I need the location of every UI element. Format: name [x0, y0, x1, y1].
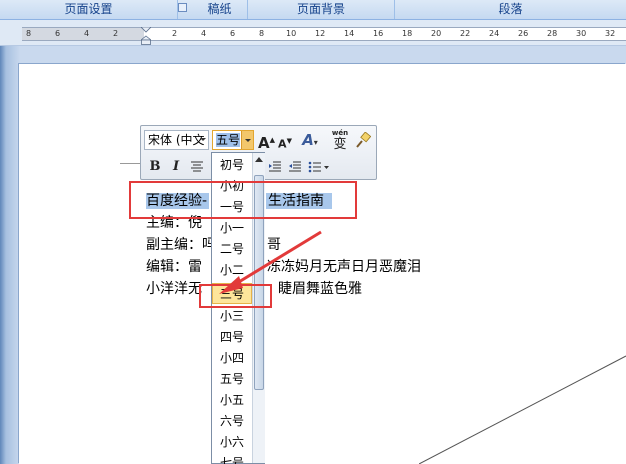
- bullet-list-icon[interactable]: [308, 160, 330, 174]
- doc-line-4[interactable]: 编辑：雷: [146, 256, 202, 276]
- size-option[interactable]: 小四: [212, 348, 252, 369]
- ruler-tick: 16: [373, 29, 384, 38]
- size-option[interactable]: 小三: [212, 306, 252, 327]
- ruler-tick: 10: [286, 29, 297, 38]
- font-size-dropdown-button[interactable]: [241, 131, 253, 149]
- ruler-tick: 14: [344, 29, 355, 38]
- ruler-tick: 6: [55, 29, 61, 38]
- size-option[interactable]: 小六: [212, 432, 252, 453]
- shrink-font-glyph: A: [278, 137, 287, 151]
- size-option[interactable]: 五号: [212, 369, 252, 390]
- margin-guide: [120, 163, 140, 164]
- grow-font-icon[interactable]: A▲: [258, 130, 275, 152]
- ruler-tick: 6: [230, 29, 236, 38]
- ruler-tick: 4: [84, 29, 90, 38]
- font-name-combo[interactable]: 宋体 (中文: [144, 130, 209, 150]
- diagonal-line: [419, 355, 626, 464]
- ruler-tick: 26: [518, 29, 529, 38]
- decrease-indent-icon[interactable]: [268, 160, 282, 174]
- size-option[interactable]: 七号: [212, 453, 252, 464]
- size-option[interactable]: 小五: [212, 390, 252, 411]
- chevron-down-icon: [200, 138, 206, 141]
- scroll-up-icon[interactable]: [255, 157, 263, 162]
- ruler-tick: 28: [547, 29, 558, 38]
- size-option[interactable]: 四号: [212, 327, 252, 348]
- text-style-icon[interactable]: A▾: [297, 130, 323, 150]
- ruler-tick: 24: [489, 29, 500, 38]
- font-name-value: 宋体 (中文: [148, 133, 205, 147]
- indent-marker-icon[interactable]: [141, 27, 151, 45]
- ribbon-group-page-background: 页面背景: [248, 0, 395, 19]
- text-style-glyph: A: [302, 131, 314, 149]
- ruler-margin: [22, 28, 144, 40]
- ruler-tick: 22: [460, 29, 471, 38]
- size-option[interactable]: 初号: [212, 155, 252, 176]
- italic-button[interactable]: I: [168, 157, 184, 177]
- ribbon-group-manuscript: 稿纸: [192, 0, 248, 19]
- doc-line-3[interactable]: 副主编：吗: [146, 234, 216, 254]
- horizontal-ruler[interactable]: 8 6 4 2 2 4 6 8 10 12 14 16 18 20 22 24 …: [22, 27, 626, 41]
- format-painter-icon[interactable]: [355, 132, 371, 148]
- ruler-tick: 18: [402, 29, 413, 38]
- ruler-tick: 32: [605, 29, 616, 38]
- size-option[interactable]: 六号: [212, 411, 252, 432]
- ruler-tick: 30: [576, 29, 587, 38]
- ruler-tick: 8: [259, 29, 265, 38]
- annotation-box-selection: [129, 181, 357, 219]
- ruler-tick: 12: [315, 29, 326, 38]
- pinyin-char: 变: [333, 137, 347, 152]
- ribbon-group-labels: 页面设置 稿纸 页面背景 段落: [0, 0, 626, 20]
- increase-indent-icon[interactable]: [288, 160, 302, 174]
- ruler-tick: 20: [431, 29, 442, 38]
- ruler-tick: 2: [172, 29, 178, 38]
- ruler-tick: 2: [113, 29, 119, 38]
- ruler-tick: 4: [201, 29, 207, 38]
- ruler-tick: 8: [26, 29, 32, 38]
- ribbon-group-page-setup: 页面设置: [0, 0, 178, 19]
- dialog-launcher-icon[interactable]: [178, 3, 187, 12]
- grow-font-glyph: A: [258, 134, 270, 152]
- doc-line-5[interactable]: 小洋洋无: [146, 278, 202, 298]
- shrink-font-icon[interactable]: A▼: [277, 131, 293, 151]
- font-size-combo[interactable]: 五号: [212, 130, 254, 150]
- font-size-value: 五号: [216, 133, 241, 147]
- pinyin-guide-icon[interactable]: wén 变: [329, 128, 351, 152]
- align-center-icon[interactable]: [190, 160, 204, 174]
- ribbon-group-paragraph: 段落: [498, 2, 523, 16]
- bold-button[interactable]: B: [147, 157, 163, 177]
- annotation-arrow-icon: [219, 230, 322, 294]
